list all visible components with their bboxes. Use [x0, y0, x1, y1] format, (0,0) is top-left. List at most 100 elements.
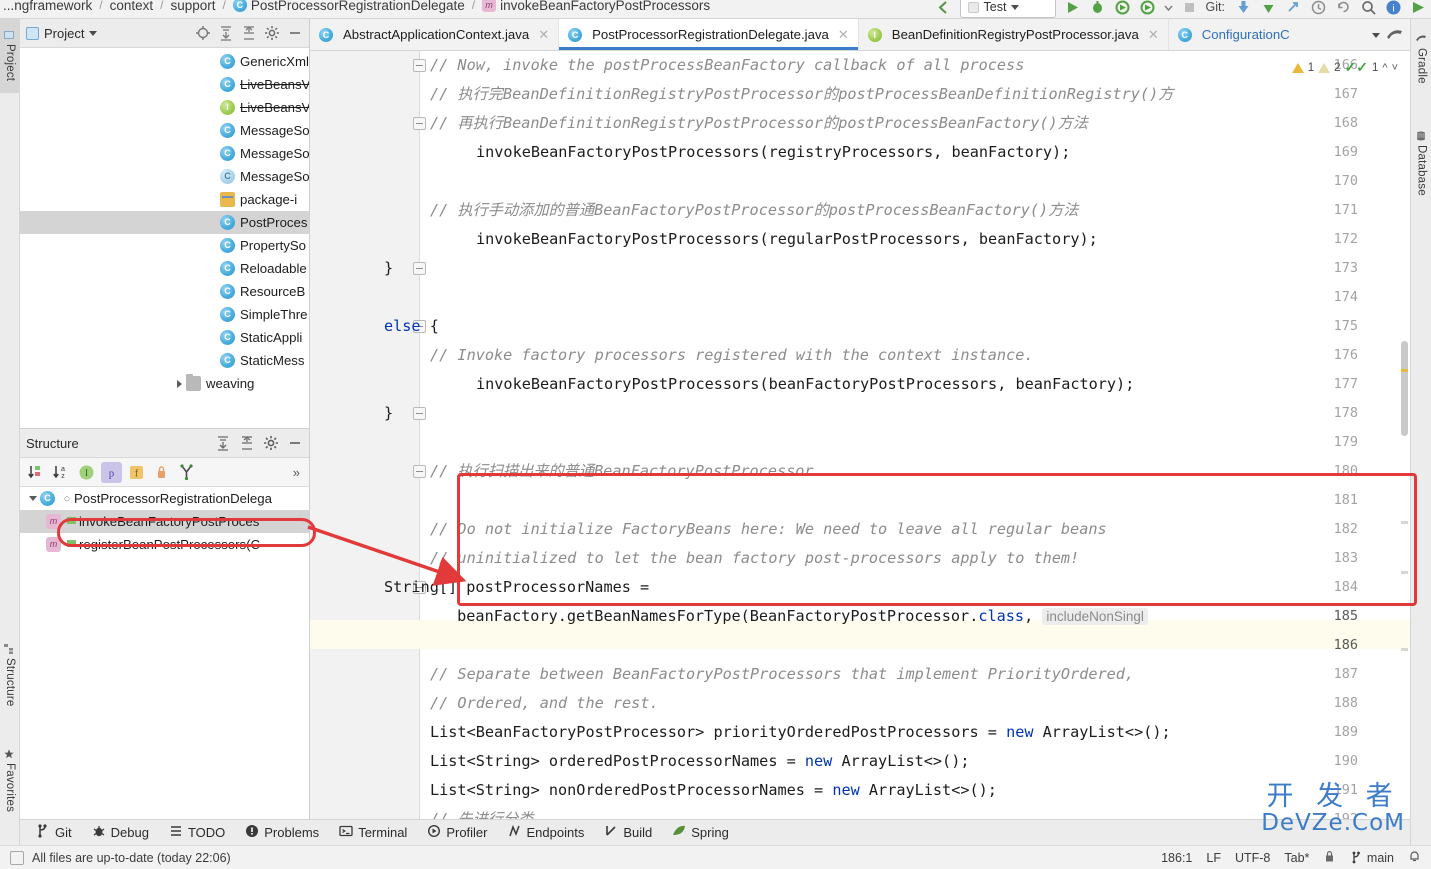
breadcrumb-item-0[interactable]: ...ngframework — [0, 0, 95, 13]
gear-icon[interactable] — [264, 25, 280, 41]
history-icon[interactable] — [1310, 0, 1327, 16]
notifications-icon[interactable] — [1408, 850, 1421, 866]
expand-all-icon[interactable] — [218, 25, 234, 41]
structure-node-method-selected[interactable]: m invokeBeanFactoryPostProces — [20, 510, 309, 533]
lock-icon[interactable] — [1323, 850, 1336, 866]
gradle-icon[interactable] — [1386, 27, 1403, 44]
fold-marker[interactable] — [413, 407, 426, 420]
show-inherited-icon[interactable]: I — [76, 462, 97, 483]
run-icon[interactable] — [1064, 0, 1081, 16]
show-non-public-icon[interactable] — [151, 462, 172, 483]
fold-marker[interactable] — [413, 59, 426, 72]
tree-item[interactable]: package-i — [20, 188, 309, 211]
hide-panel-icon[interactable] — [287, 435, 303, 451]
run-with-coverage-icon[interactable] — [1114, 0, 1131, 16]
close-icon[interactable]: ✕ — [1148, 27, 1159, 43]
tree-item-selected[interactable]: C PostProces — [20, 211, 309, 234]
chevron-down-icon[interactable] — [1372, 32, 1380, 38]
tool-button-terminal[interactable]: Terminal — [339, 824, 407, 841]
branch-indicator[interactable]: main — [1350, 851, 1394, 865]
tool-button-debug[interactable]: Debug — [92, 824, 149, 841]
fold-marker[interactable] — [413, 117, 426, 130]
code-editor[interactable]: 1 2 ✓✓ 1 ^ ˅ 166 167 168 169 170 171 172… — [310, 51, 1410, 831]
indent-setting[interactable]: Tab* — [1284, 851, 1309, 865]
expand-all-icon[interactable] — [215, 435, 231, 451]
project-panel-title[interactable]: Project — [26, 26, 98, 41]
hide-panel-icon[interactable] — [287, 25, 303, 41]
git-commit-icon[interactable] — [1260, 0, 1277, 16]
sidebar-item-structure[interactable]: Structure — [0, 630, 20, 720]
editor-tab-active[interactable]: C PostProcessorRegistrationDelegate.java… — [559, 19, 859, 50]
sort-by-visibility-icon[interactable] — [26, 462, 47, 483]
editor-tab[interactable]: I BeanDefinitionRegistryPostProcessor.ja… — [859, 19, 1169, 50]
tree-item[interactable]: C ResourceB — [20, 280, 309, 303]
breadcrumb-item-3[interactable]: C PostProcessorRegistrationDelegate — [230, 0, 468, 13]
fold-marker[interactable] — [413, 262, 426, 275]
debug-icon[interactable] — [1089, 0, 1106, 16]
tree-item[interactable]: C StaticMess — [20, 349, 309, 372]
structure-node-method[interactable]: m registerBeanPostProcessors(C — [20, 533, 309, 556]
search-icon[interactable] — [1360, 0, 1377, 16]
show-fields-icon[interactable]: f — [126, 462, 147, 483]
tree-item[interactable]: I LiveBeansV — [20, 96, 309, 119]
back-arrow-icon[interactable] — [935, 0, 952, 16]
editor-tab[interactable]: C AbstractApplicationContext.java ✕ — [310, 19, 560, 50]
show-properties-icon[interactable]: p — [101, 461, 122, 483]
more-run-options-icon[interactable] — [1163, 0, 1173, 16]
rollback-icon[interactable] — [1335, 0, 1352, 16]
editor-gutter[interactable] — [310, 51, 360, 831]
inspection-widget[interactable]: 1 2 ✓✓ 1 ^ ˅ — [1291, 59, 1398, 76]
breadcrumb-item-4[interactable]: m invokeBeanFactoryPostProcessors — [479, 0, 713, 13]
settings-icon[interactable] — [1410, 0, 1427, 16]
sort-alphabetically-icon[interactable]: az — [51, 462, 72, 483]
gear-icon[interactable] — [263, 435, 279, 451]
sidebar-item-favorites[interactable]: Favorites — [0, 733, 20, 829]
close-icon[interactable]: ✕ — [538, 27, 549, 43]
collapse-all-icon[interactable] — [239, 435, 255, 451]
breadcrumb-item-1[interactable]: context — [107, 0, 157, 13]
editor-tab[interactable]: C ConfigurationC — [1169, 19, 1299, 50]
breadcrumb-item-2[interactable]: support — [168, 0, 219, 13]
file-encoding[interactable]: UTF-8 — [1235, 851, 1270, 865]
run-configuration-selector[interactable]: Test — [959, 0, 1056, 18]
close-icon[interactable]: ✕ — [838, 27, 849, 43]
tree-item[interactable]: C StaticAppli — [20, 326, 309, 349]
build-status-icon[interactable] — [10, 850, 24, 865]
tool-button-spring[interactable]: Spring — [672, 824, 729, 841]
tool-button-problems[interactable]: Problems — [245, 824, 319, 841]
tree-item[interactable]: weaving — [20, 372, 309, 395]
tree-item[interactable]: C PropertySo — [20, 234, 309, 257]
more-icon[interactable]: » — [293, 465, 303, 480]
tool-button-git[interactable]: Git — [36, 824, 72, 841]
show-anonymous-icon[interactable] — [176, 462, 197, 483]
sidebar-item-project[interactable]: Project — [0, 19, 20, 93]
tree-item[interactable]: C LiveBeansV — [20, 73, 309, 96]
sidebar-item-gradle[interactable]: Gradle — [1411, 21, 1431, 97]
ide-help-icon[interactable]: i — [1385, 0, 1402, 16]
locate-icon[interactable] — [195, 25, 211, 41]
scrollbar-mark[interactable] — [1401, 521, 1408, 524]
fold-marker[interactable] — [413, 465, 426, 478]
next-problem-icon[interactable]: ˅ — [1392, 62, 1398, 74]
tree-item[interactable]: C Reloadable — [20, 257, 309, 280]
scrollbar-mark[interactable] — [1401, 648, 1408, 651]
editor-scrollbar-thumb[interactable] — [1401, 341, 1408, 436]
tree-item[interactable]: C MessageSo — [20, 142, 309, 165]
sidebar-item-database[interactable]: Database — [1411, 115, 1431, 211]
tool-button-endpoints[interactable]: Endpoints — [508, 824, 584, 841]
tool-button-profiler[interactable]: Profiler — [427, 824, 488, 841]
chevron-right-icon[interactable] — [172, 379, 186, 388]
git-push-icon[interactable] — [1285, 0, 1302, 16]
tree-item[interactable]: C MessageSo — [20, 119, 309, 142]
code-text[interactable]: // Now, invoke the postProcessBeanFactor… — [384, 51, 1410, 831]
scrollbar-mark[interactable] — [1401, 571, 1408, 574]
prev-problem-icon[interactable]: ^ — [1382, 62, 1387, 74]
scrollbar-warning-mark[interactable] — [1401, 369, 1408, 372]
caret-position[interactable]: 186:1 — [1161, 851, 1192, 865]
line-separator[interactable]: LF — [1206, 851, 1221, 865]
collapse-all-icon[interactable] — [241, 25, 257, 41]
tree-item[interactable]: C MessageSo — [20, 165, 309, 188]
chevron-down-icon[interactable] — [26, 496, 40, 501]
tree-item[interactable]: C SimpleThre — [20, 303, 309, 326]
git-update-icon[interactable] — [1235, 0, 1252, 16]
